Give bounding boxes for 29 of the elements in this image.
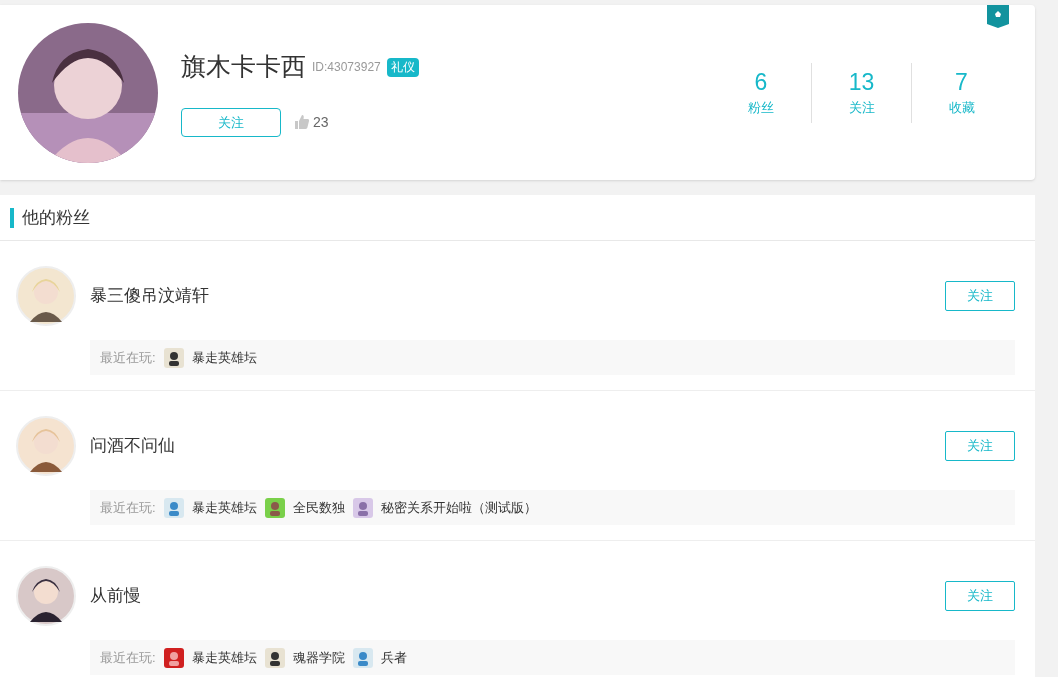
avatar — [16, 566, 76, 626]
game-name[interactable]: 兵者 — [380, 647, 407, 668]
game-name[interactable]: 魂器学院 — [292, 647, 345, 668]
game-icon — [163, 347, 184, 368]
game-icon — [163, 497, 184, 518]
user-id: ID:43073927 — [312, 59, 381, 76]
game-name[interactable]: 秘密关系开始啦（测试版） — [380, 497, 537, 518]
game-name[interactable]: 暴走英雄坛 — [191, 497, 257, 518]
recent-label: 最近在玩: — [100, 498, 156, 517]
recent-label: 最近在玩: — [100, 348, 156, 367]
game-name[interactable]: 全民数独 — [292, 497, 345, 518]
thumbs-up-icon — [295, 115, 309, 130]
game-name[interactable]: 暴走英雄坛 — [191, 647, 257, 668]
avatar — [16, 266, 76, 326]
fan-name[interactable]: 问酒不问仙 — [90, 433, 175, 459]
user-name: 旗木卡卡西 — [181, 51, 306, 83]
game-icon — [163, 647, 184, 668]
game-icon — [264, 647, 285, 668]
section-title: 他的粉丝 — [22, 206, 90, 229]
like-count: 23 — [313, 112, 329, 132]
game-icon — [352, 497, 373, 518]
recent-label: 最近在玩: — [100, 648, 156, 667]
fan-name[interactable]: 从前慢 — [90, 583, 141, 609]
game-name[interactable]: 暴走英雄坛 — [191, 347, 257, 368]
avatar — [16, 416, 76, 476]
game-icon — [264, 497, 285, 518]
game-icon — [352, 647, 373, 668]
badge: 礼仪 — [386, 57, 419, 77]
fan-name[interactable]: 暴三傻吊汶靖轩 — [90, 283, 209, 309]
